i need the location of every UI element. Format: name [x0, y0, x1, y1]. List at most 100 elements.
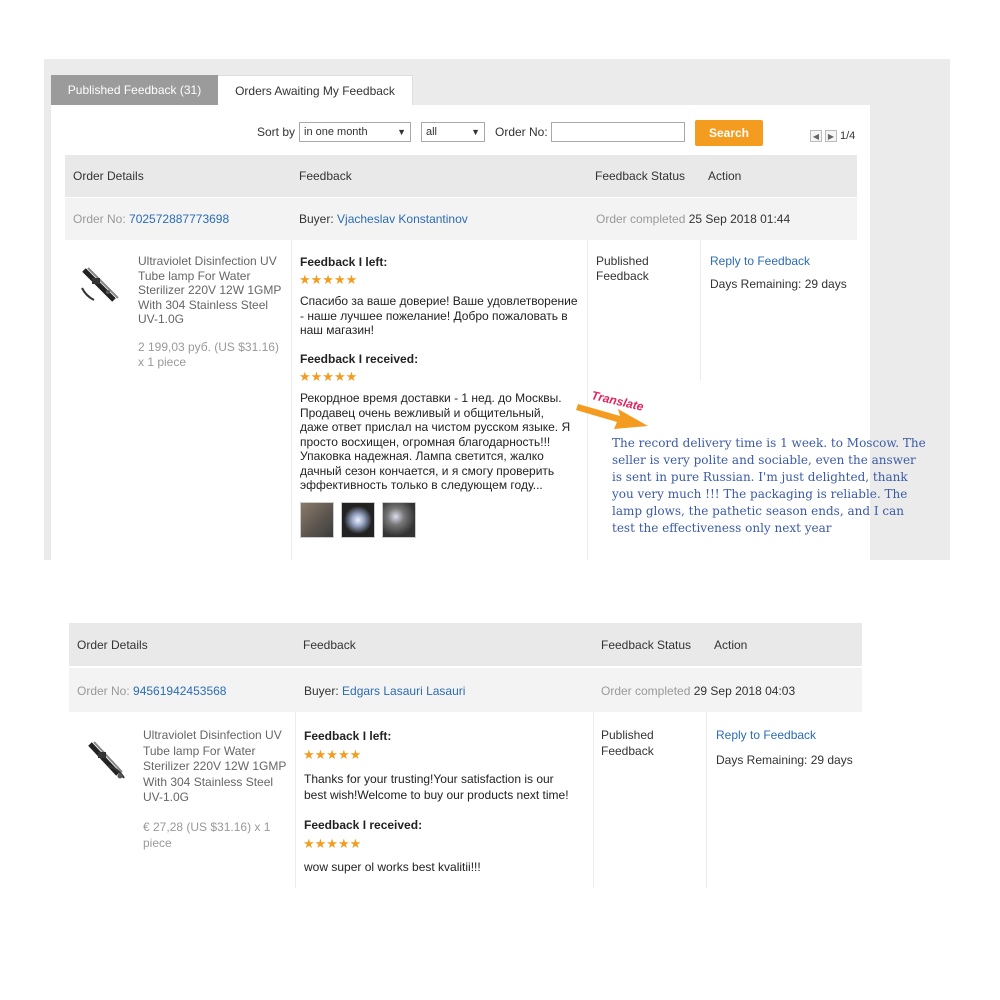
- product-title-line: Tube lamp For Water: [143, 743, 256, 758]
- column-divider: [295, 712, 296, 888]
- feedback-line: Продавец очень вежливый и общительный,: [300, 405, 544, 420]
- sort-by-label: Sort by: [257, 125, 296, 139]
- chevron-down-icon: ▼: [471, 127, 480, 137]
- order-completed: Order completed 25 Sep 2018 01:44: [596, 212, 790, 226]
- order-completed-label: Order completed: [601, 684, 691, 698]
- quantity-line: x 1 piece: [138, 354, 187, 369]
- header-order-details: Order Details: [77, 638, 148, 652]
- uv-lamp-image[interactable]: [78, 262, 124, 306]
- status-select[interactable]: all ▼: [421, 122, 485, 142]
- translation-line: you very much !!! The packaging is relia…: [612, 487, 908, 501]
- order-no-link[interactable]: 94561942453568: [133, 684, 226, 698]
- column-divider: [700, 240, 701, 380]
- feedback-received-stars: ★★★★★: [299, 369, 358, 384]
- order-no-link[interactable]: 702572887773698: [129, 212, 229, 226]
- buyer-label: Buyer:: [299, 212, 334, 226]
- page-indicator: 1/4: [840, 130, 856, 142]
- product-title-line: Ultraviolet Disinfection UV: [143, 728, 282, 742]
- sort-by-select[interactable]: in one month ▼: [299, 122, 411, 142]
- reply-to-feedback-link[interactable]: Reply to Feedback: [716, 728, 816, 742]
- reply-to-feedback-link[interactable]: Reply to Feedback: [710, 254, 810, 268]
- feedback-line: просто восхищен, огромная благодарность!…: [300, 434, 551, 449]
- product-title-line: Sterilizer 220V 12W 1GMP: [143, 759, 287, 773]
- product-title-line: Sterilizer 220V 12W 1GMP: [138, 283, 282, 297]
- feedback-left-label: Feedback I left:: [300, 255, 388, 269]
- feedback-received-label: Feedback I received:: [304, 818, 423, 832]
- feedback-left-text: Спасибо за ваше доверие! Ваше удовлетвор…: [300, 294, 578, 338]
- header-order-details: Order Details: [73, 169, 144, 183]
- feedback-line: wow super ol works best kvalitii!!!: [304, 860, 481, 874]
- product-title-line: Tube lamp For Water: [138, 268, 251, 283]
- product-price: € 27,28 (US $31.16) x 1 piece: [143, 820, 270, 851]
- feedback-status: Published Feedback: [601, 728, 654, 759]
- translation-line: is sent in pure Russian. I'm just deligh…: [612, 470, 908, 484]
- product-title[interactable]: Ultraviolet Disinfection UV Tube lamp Fo…: [138, 254, 281, 327]
- translation-line: The record delivery time is 1 week. to M…: [612, 436, 926, 450]
- buyer-label: Buyer:: [304, 684, 339, 698]
- feedback-line: - наше лучшее пожелание! Добро пожаловат…: [300, 308, 568, 323]
- order-completed-date: 25 Sep 2018 01:44: [688, 212, 791, 226]
- order-completed: Order completed 29 Sep 2018 04:03: [601, 684, 795, 698]
- column-divider: [706, 712, 707, 888]
- buyer: Buyer: Edgars Lasauri Lasauri: [304, 684, 465, 698]
- header-feedback: Feedback: [303, 638, 356, 652]
- feedback-line: даже ответ прислал на чистом русском язы…: [300, 420, 571, 434]
- feedback-line: Спасибо за ваше доверие! Ваше удовлетвор…: [300, 294, 578, 308]
- translation-line: lamp glows, the pathetic season ends, an…: [612, 504, 904, 518]
- feedback-line: эффективность только в следующем году...: [300, 478, 543, 492]
- price-line: 2 199,03 руб. (US $31.16): [138, 340, 279, 354]
- tab-orders-awaiting-feedback[interactable]: Orders Awaiting My Feedback: [218, 75, 413, 105]
- buyer-link[interactable]: Vjacheslav Konstantinov: [337, 212, 468, 226]
- days-remaining: Days Remaining: 29 days: [716, 753, 853, 767]
- feedback-left-stars: ★★★★★: [303, 747, 362, 762]
- feedback-received-stars: ★★★★★: [303, 836, 362, 851]
- feedback-line: Thanks for your trusting!Your satisfacti…: [304, 772, 554, 786]
- product-title-line: With 304 Stainless Steel: [143, 774, 274, 789]
- order-no-input[interactable]: [551, 122, 685, 142]
- buyer: Buyer: Vjacheslav Konstantinov: [299, 212, 468, 226]
- translation-line: test the effectiveness only next year: [612, 521, 832, 535]
- review-photo-1[interactable]: [300, 502, 334, 538]
- feedback-line: Рекордное время доставки - 1 нед. до Мос…: [300, 391, 562, 405]
- sort-by-value: in one month: [304, 126, 368, 138]
- days-remaining: Days Remaining: 29 days: [710, 277, 847, 291]
- product-title-line: Ultraviolet Disinfection UV: [138, 254, 277, 268]
- order-completed-label: Order completed: [596, 212, 686, 226]
- search-button[interactable]: Search: [695, 120, 763, 146]
- buyer-link[interactable]: Edgars Lasauri Lasauri: [342, 684, 465, 698]
- order-number: Order No: 702572887773698: [73, 212, 229, 226]
- arrow-icon: [576, 404, 648, 429]
- tab-published-feedback[interactable]: Published Feedback (31): [51, 75, 218, 105]
- feedback-left-label: Feedback I left:: [304, 729, 392, 743]
- status-line: Published: [601, 728, 654, 742]
- product-title[interactable]: Ultraviolet Disinfection UV Tube lamp Fo…: [143, 728, 286, 806]
- product-price: 2 199,03 руб. (US $31.16) x 1 piece: [138, 340, 279, 369]
- feedback-line: дачный сезон кончается, и я смогу провер…: [300, 463, 555, 478]
- column-divider: [593, 712, 594, 888]
- feedback-received-label: Feedback I received:: [300, 352, 419, 366]
- feedback-left-stars: ★★★★★: [299, 272, 358, 287]
- feedback-line: наш магазин!: [300, 323, 375, 337]
- order-no-label: Order No:: [73, 212, 126, 226]
- status-line: Feedback: [596, 268, 649, 283]
- feedback-line: Упаковка надежная. Лампа светится, жалко: [300, 449, 544, 463]
- next-page-button[interactable]: ▶: [825, 130, 837, 142]
- order-no-label: Order No:: [495, 125, 548, 139]
- header-feedback-status: Feedback Status: [601, 638, 692, 652]
- header-action: Action: [714, 638, 748, 652]
- chevron-right-icon: ▶: [827, 132, 835, 141]
- feedback-left-text: Thanks for your trusting!Your satisfacti…: [304, 771, 569, 803]
- quantity-line: piece: [143, 835, 172, 850]
- status-line: Published: [596, 254, 649, 268]
- chevron-left-icon: ◀: [812, 132, 820, 141]
- feedback-status: Published Feedback: [596, 254, 649, 283]
- product-title-line: With 304 Stainless Steel: [138, 297, 269, 312]
- feedback-line: best wish!Welcome to buy our products ne…: [304, 788, 569, 802]
- feedback-received-text: wow super ol works best kvalitii!!!: [304, 860, 481, 875]
- uv-lamp-image[interactable]: [84, 738, 130, 782]
- product-title-line: UV-1.0G: [138, 312, 185, 326]
- review-photo-3[interactable]: [382, 502, 416, 538]
- review-photo-2[interactable]: [341, 502, 375, 538]
- status-line: Feedback: [601, 743, 654, 758]
- prev-page-button[interactable]: ◀: [810, 130, 822, 142]
